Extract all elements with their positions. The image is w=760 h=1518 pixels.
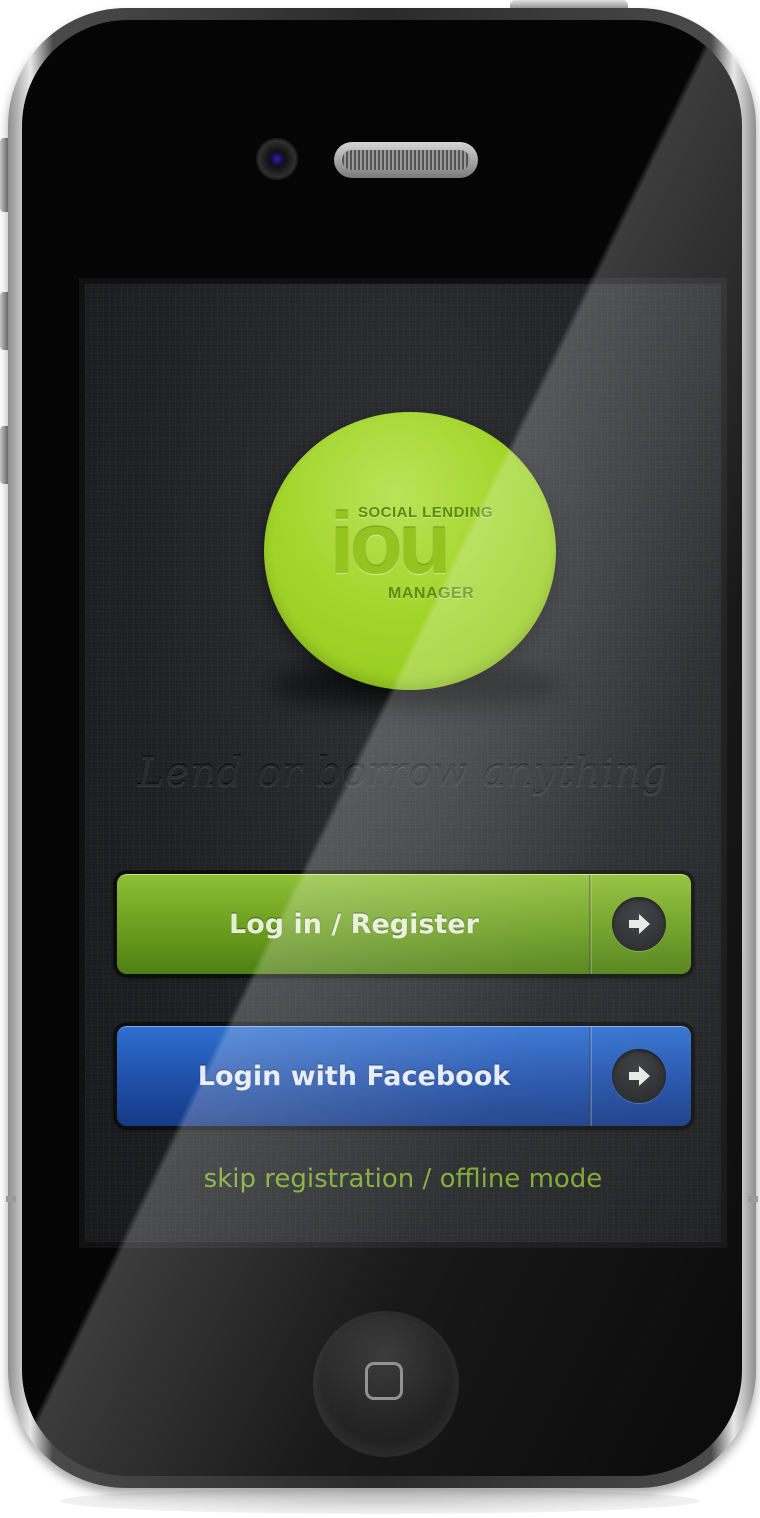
phone-floor-shadow [60, 1488, 700, 1514]
home-button[interactable] [317, 1315, 455, 1453]
front-camera-icon [258, 140, 296, 178]
phone-front-glass: SOCIAL LENDING iou MANAGER Lend or borro… [22, 20, 742, 1476]
button-divider [589, 1027, 592, 1126]
antenna-band-right [748, 1196, 758, 1202]
antenna-band-left [6, 1196, 16, 1202]
tagline: Lend or borrow anything [137, 750, 669, 796]
button-divider [589, 875, 592, 974]
skip-registration-link[interactable]: skip registration / offline mode [85, 1164, 721, 1194]
logo-main-text: iou [330, 496, 451, 592]
facebook-login-button[interactable]: Login with Facebook [117, 1026, 691, 1126]
login-register-button[interactable]: Log in / Register [117, 874, 691, 974]
app-logo: SOCIAL LENDING iou MANAGER [264, 412, 556, 690]
login-register-label: Log in / Register [229, 909, 479, 940]
arrow-right-icon [612, 897, 666, 951]
logo-bottom-text: MANAGER [388, 585, 475, 602]
app-screen: SOCIAL LENDING iou MANAGER Lend or borro… [79, 278, 727, 1248]
phone-mockup: SOCIAL LENDING iou MANAGER Lend or borro… [0, 0, 760, 1518]
home-square-icon [365, 1362, 403, 1400]
earpiece-speaker [334, 142, 478, 178]
facebook-login-label: Login with Facebook [197, 1061, 511, 1092]
arrow-right-icon [612, 1049, 666, 1103]
phone-body: SOCIAL LENDING iou MANAGER Lend or borro… [6, 8, 758, 1488]
